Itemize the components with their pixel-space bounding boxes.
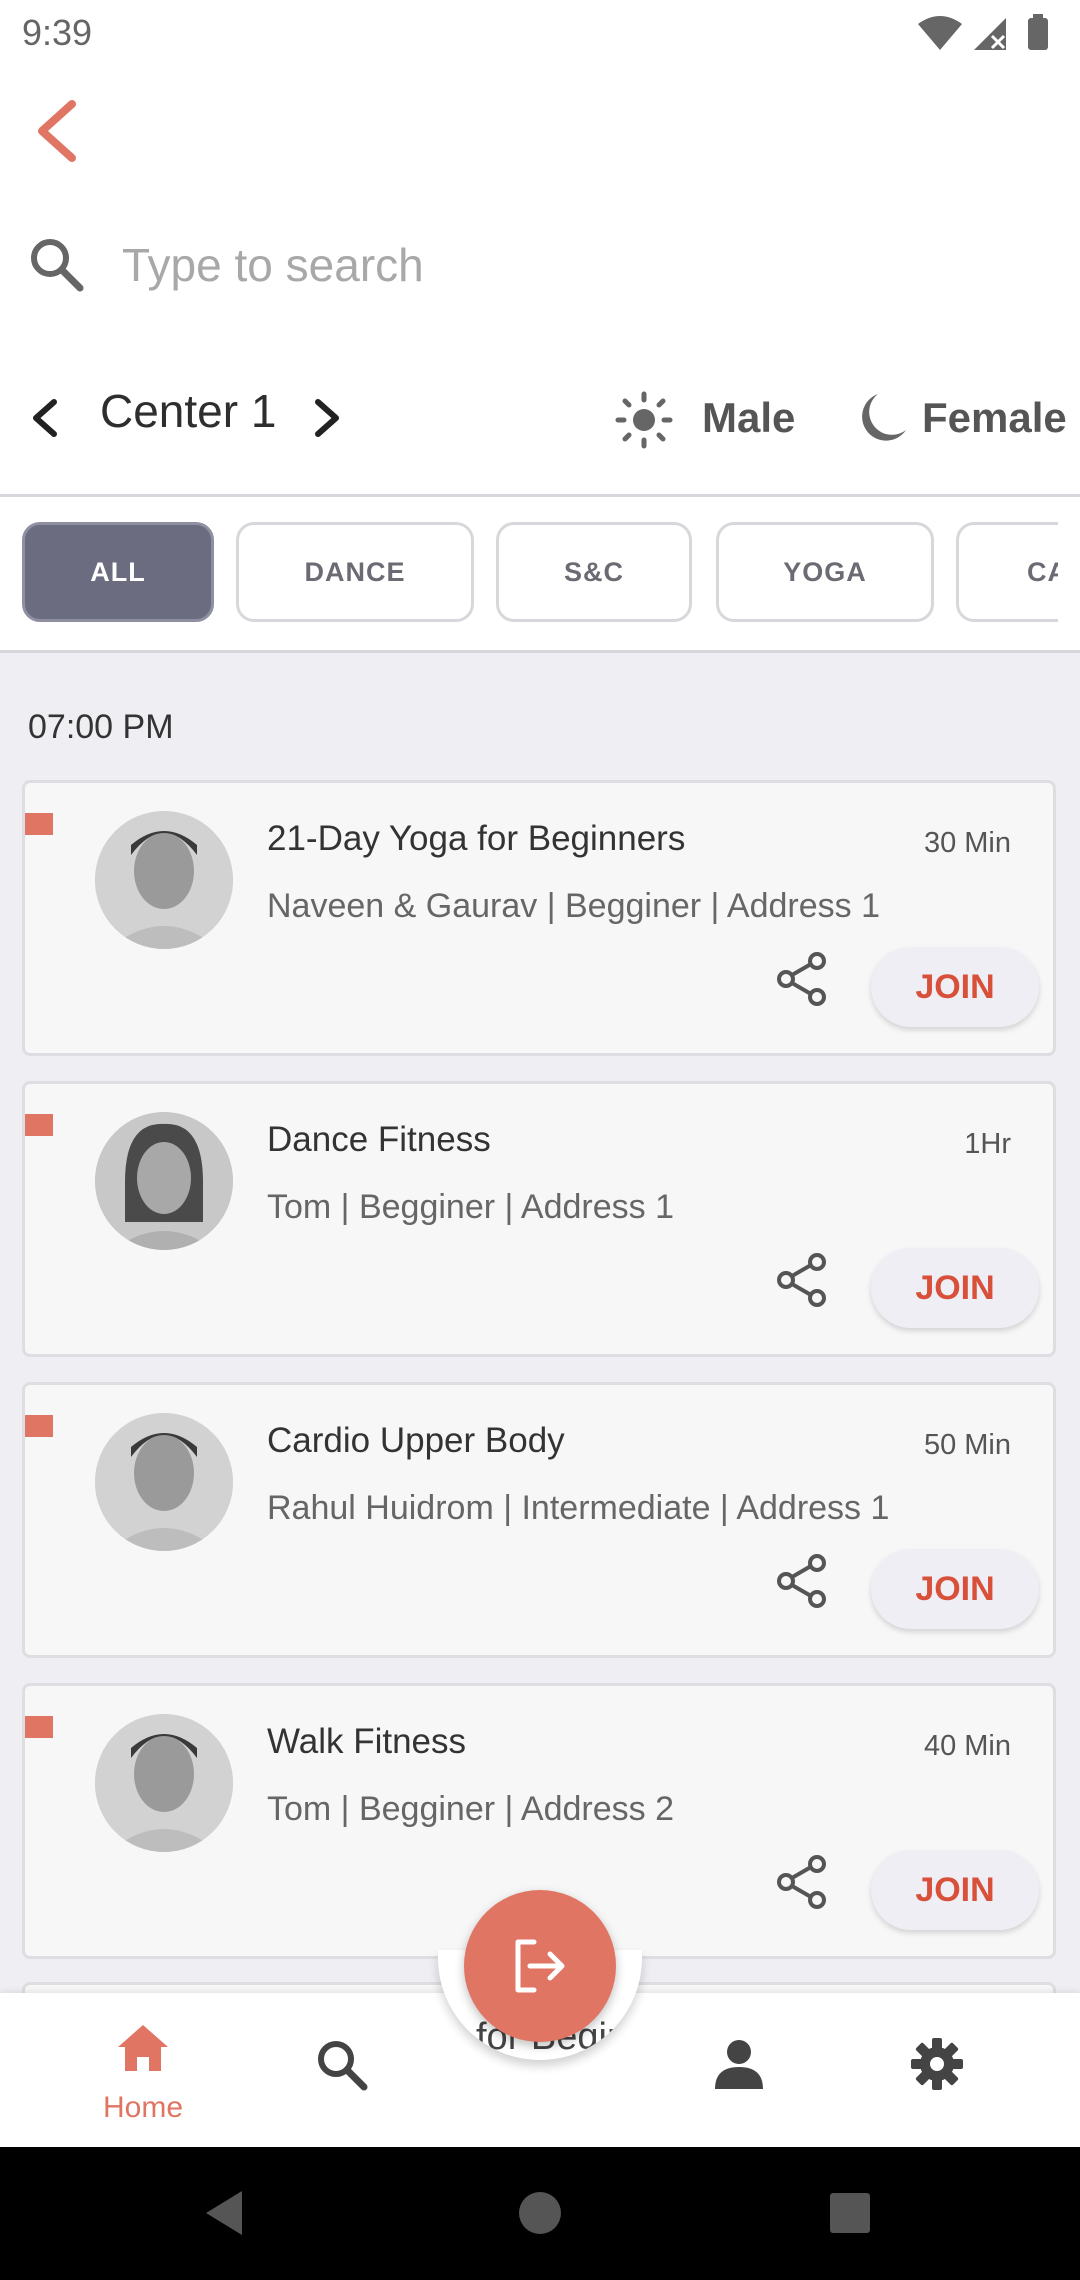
sun-icon[interactable] xyxy=(614,390,674,450)
back-nav-icon[interactable] xyxy=(196,2183,256,2243)
person-icon xyxy=(715,2040,763,2089)
avatar xyxy=(95,1714,233,1852)
class-details: Rahul Huidrom | Intermediate | Address 1 xyxy=(267,1489,890,1527)
chip-s-and-c[interactable]: S&C xyxy=(496,522,692,622)
class-duration: 30 Min xyxy=(923,827,1011,859)
join-button[interactable]: JOIN xyxy=(871,947,1039,1027)
nav-home[interactable]: Home xyxy=(78,1993,208,2147)
nav-profile[interactable] xyxy=(674,1993,804,2147)
search-icon xyxy=(318,2041,368,2091)
system-nav-bar xyxy=(0,2147,1080,2280)
divider xyxy=(0,494,1080,497)
category-chips: ALL DANCE S&C YOGA CA xyxy=(0,498,1058,648)
class-card[interactable]: 21-Day Yoga for Beginners 30 Min Naveen … xyxy=(22,780,1056,1056)
status-icons xyxy=(918,14,1048,50)
class-title: Dance Fitness xyxy=(267,1120,491,1159)
center-next-button[interactable] xyxy=(306,396,346,440)
status-marker xyxy=(25,813,53,835)
search-input[interactable] xyxy=(120,224,1024,306)
class-title: Walk Fitness xyxy=(267,1722,467,1761)
share-icon[interactable] xyxy=(775,1854,829,1910)
class-details: Tom | Begginer | Address 1 xyxy=(267,1188,674,1226)
center-name: Center 1 xyxy=(100,385,277,437)
share-icon[interactable] xyxy=(775,1252,829,1308)
class-title: Cardio Upper Body xyxy=(267,1421,565,1460)
chip-yoga[interactable]: YOGA xyxy=(716,522,934,622)
avatar xyxy=(95,1112,233,1250)
class-card[interactable]: Dance Fitness 1Hr Tom | Begginer | Addre… xyxy=(22,1081,1056,1357)
recents-nav-icon[interactable] xyxy=(820,2183,880,2243)
nav-home-label: Home xyxy=(102,2091,184,2124)
search-icon xyxy=(31,239,84,292)
join-button[interactable]: JOIN xyxy=(871,1248,1039,1328)
join-button[interactable]: JOIN xyxy=(871,1850,1039,1930)
home-icon xyxy=(118,2025,168,2071)
class-details: Naveen & Gaurav | Begginer | Address 1 xyxy=(267,887,881,925)
avatar xyxy=(95,1413,233,1551)
moon-icon[interactable] xyxy=(856,392,908,444)
class-duration: 40 Min xyxy=(923,1730,1011,1762)
status-time: 9:39 xyxy=(22,12,93,53)
male-toggle[interactable]: Male xyxy=(702,394,795,442)
center-prev-button[interactable] xyxy=(26,396,66,440)
avatar xyxy=(95,811,233,949)
status-marker xyxy=(25,1114,53,1136)
nav-search[interactable] xyxy=(276,1993,406,2147)
class-details: Tom | Begginer | Address 2 xyxy=(267,1790,674,1828)
class-card[interactable]: Cardio Upper Body 50 Min Rahul Huidrom |… xyxy=(22,1382,1056,1658)
class-duration: 50 Min xyxy=(923,1429,1011,1461)
chip-ca[interactable]: CA xyxy=(956,522,1058,622)
share-icon[interactable] xyxy=(775,1553,829,1609)
chip-dance[interactable]: DANCE xyxy=(236,522,474,622)
female-toggle[interactable]: Female xyxy=(922,394,1067,442)
nav-settings[interactable] xyxy=(872,1993,1002,2147)
status-marker xyxy=(25,1415,53,1437)
logout-button[interactable] xyxy=(464,1890,616,2042)
back-button[interactable] xyxy=(28,96,84,166)
chip-all[interactable]: ALL xyxy=(22,522,214,622)
class-duration: 1Hr xyxy=(964,1128,1011,1160)
wifi-icon xyxy=(918,16,962,50)
logout-icon xyxy=(515,1939,565,1993)
join-button[interactable]: JOIN xyxy=(871,1549,1039,1629)
class-title: 21-Day Yoga for Beginners xyxy=(267,819,686,858)
status-marker xyxy=(25,1716,53,1738)
share-icon[interactable] xyxy=(775,951,829,1007)
battery-icon xyxy=(1028,18,1048,50)
time-header: 07:00 PM xyxy=(28,708,174,746)
gear-icon xyxy=(911,2038,963,2090)
home-nav-icon[interactable] xyxy=(510,2183,570,2243)
